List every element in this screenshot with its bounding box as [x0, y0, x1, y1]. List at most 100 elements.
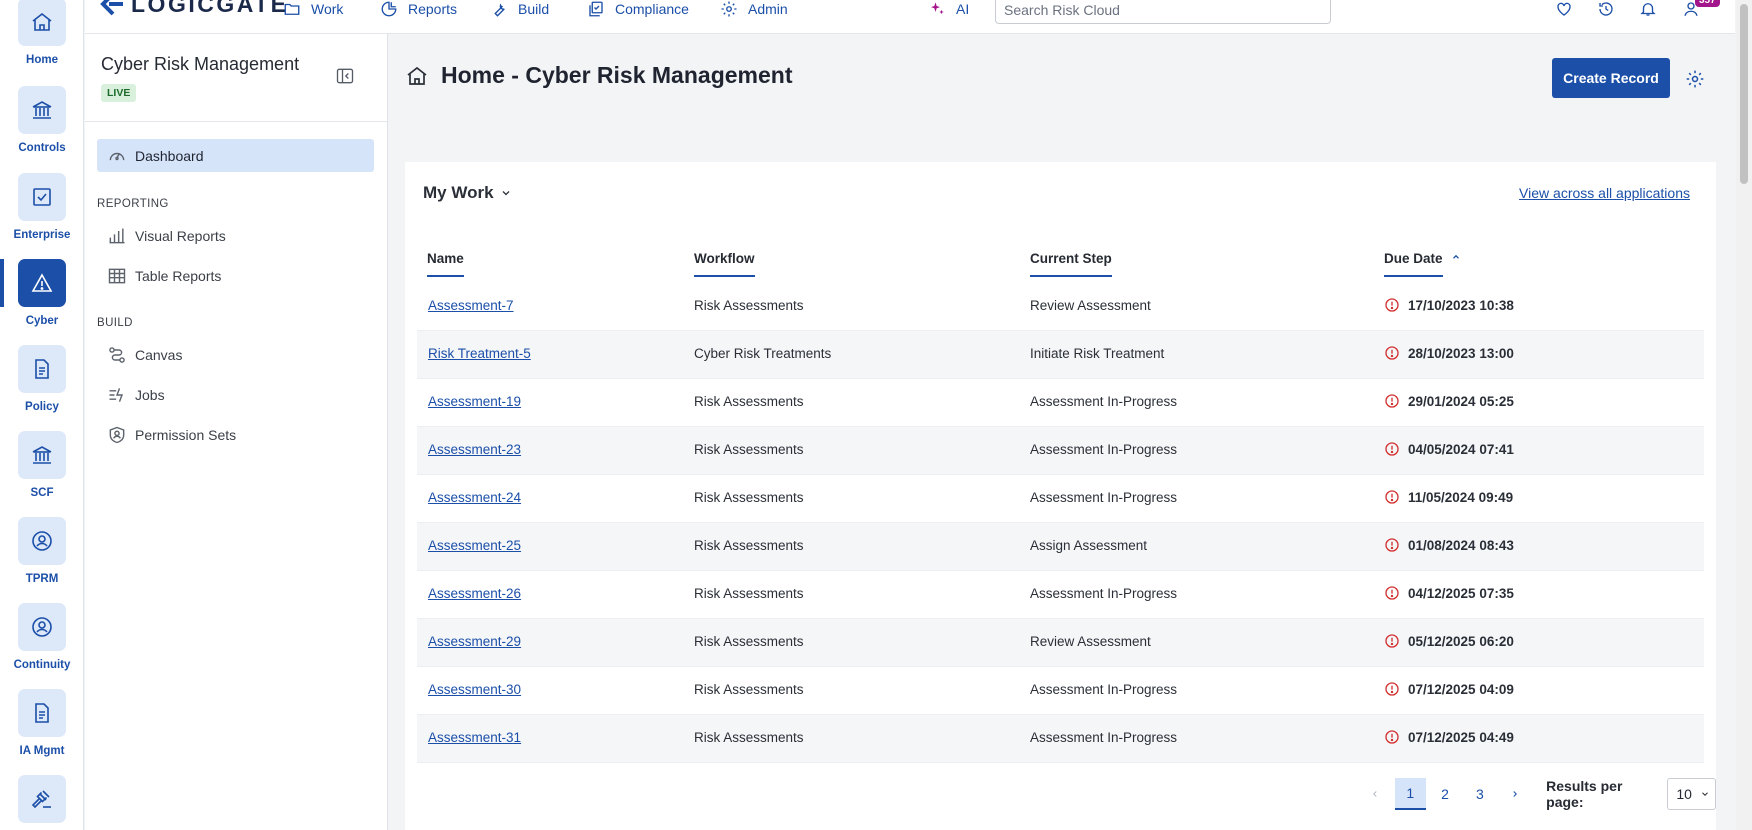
- history-icon[interactable]: [1597, 0, 1615, 18]
- prev-page-button[interactable]: [1360, 778, 1391, 810]
- gear-icon: [721, 1, 737, 17]
- my-work-dropdown[interactable]: My Work: [423, 183, 512, 203]
- record-link[interactable]: Assessment-30: [428, 682, 521, 697]
- workflow-cell: Risk Assessments: [694, 682, 804, 697]
- due-date-text: 17/10/2023 10:38: [1408, 297, 1514, 313]
- overdue-alert-icon: [1385, 490, 1399, 504]
- app-title: Cyber Risk Management: [101, 54, 300, 74]
- due-date-cell: 11/05/2024 09:49: [1384, 489, 1513, 505]
- rail-enterprise[interactable]: Enterprise: [0, 173, 84, 241]
- settings-gear-icon[interactable]: [1685, 69, 1705, 89]
- record-link[interactable]: Assessment-29: [428, 634, 521, 649]
- search-input[interactable]: [995, 0, 1331, 24]
- side-item-visual-reports[interactable]: Visual Reports: [97, 219, 374, 252]
- overdue-alert-icon: [1385, 730, 1399, 744]
- divider: [85, 121, 388, 122]
- collapse-sidebar-icon[interactable]: [335, 66, 355, 86]
- user-icon[interactable]: [1682, 0, 1700, 18]
- record-link[interactable]: Assessment-7: [428, 298, 514, 313]
- chevron-right-icon: [1513, 791, 1517, 797]
- nav-reports[interactable]: Reports: [380, 0, 457, 18]
- due-date-text: 29/01/2024 05:25: [1408, 393, 1514, 409]
- speedometer-icon: [109, 152, 125, 160]
- nav-work[interactable]: Work: [283, 0, 343, 18]
- record-link[interactable]: Risk Treatment-5: [428, 346, 531, 361]
- nav-label: Build: [518, 1, 550, 17]
- page-button-3[interactable]: 3: [1464, 778, 1495, 810]
- logicgate-logo[interactable]: LOGICGATE: [99, 0, 289, 18]
- results-per-page-label: Results per page:: [1546, 778, 1623, 810]
- current-step-cell: Assessment In-Progress: [1030, 682, 1178, 697]
- rail-home[interactable]: Home: [0, 0, 84, 66]
- rail-scf[interactable]: SCF: [0, 431, 84, 499]
- overdue-alert-icon: [1385, 634, 1399, 648]
- app-rail: Home Controls Enterprise Cyber Policy SC…: [0, 0, 84, 830]
- rail-policy[interactable]: Policy: [0, 345, 84, 413]
- sort-ascending-icon[interactable]: [1451, 252, 1461, 262]
- nav-compliance[interactable]: Compliance: [587, 0, 689, 18]
- record-link[interactable]: Assessment-23: [428, 442, 521, 457]
- workflow-cell: Risk Assessments: [694, 586, 804, 601]
- table-row: Assessment-31 Risk Assessments Assessment …: [417, 715, 1704, 763]
- record-link[interactable]: Assessment-19: [428, 394, 521, 409]
- checkbox-icon: [18, 173, 66, 221]
- shield-user-icon: [109, 426, 125, 443]
- column-header-due-date[interactable]: Due Date: [1384, 251, 1443, 277]
- side-item-permission-sets[interactable]: Permission Sets: [97, 418, 374, 451]
- rail-tprm[interactable]: TPRM: [0, 517, 84, 585]
- page-button-2[interactable]: 2: [1430, 778, 1461, 810]
- workflow-icon: [109, 346, 125, 363]
- section-heading-reporting: REPORTING: [97, 198, 169, 210]
- document-icon: [18, 689, 66, 737]
- due-date-text: 05/12/2025 06:20: [1408, 633, 1514, 649]
- column-header-name[interactable]: Name: [427, 251, 464, 277]
- record-link[interactable]: Assessment-24: [428, 490, 521, 505]
- due-date-cell: 07/12/2025 04:49: [1384, 729, 1514, 745]
- record-link[interactable]: Assessment-31: [428, 730, 521, 745]
- results-per-page-select[interactable]: 10: [1667, 778, 1717, 810]
- record-link[interactable]: Assessment-25: [428, 538, 521, 553]
- rail-ia-mgmt[interactable]: IA Mgmt: [0, 689, 84, 757]
- due-date-cell: 29/01/2024 05:25: [1384, 393, 1514, 409]
- rail-controls[interactable]: Controls: [0, 86, 84, 154]
- chevron-down-icon: [1702, 792, 1708, 796]
- current-step-cell: Review Assessment: [1030, 298, 1151, 313]
- side-item-jobs[interactable]: Jobs: [97, 378, 374, 411]
- folder-icon: [284, 3, 300, 15]
- due-date-cell: 04/12/2025 07:35: [1384, 585, 1514, 601]
- nav-label: AI: [956, 1, 970, 17]
- due-date-cell: 07/12/2025 04:09: [1384, 681, 1514, 697]
- next-page-button[interactable]: [1499, 778, 1530, 810]
- work-table: Assessment-7 Risk Assessments Review Asses…: [417, 283, 1704, 763]
- overdue-alert-icon: [1385, 346, 1399, 360]
- column-header-current-step[interactable]: Current Step: [1030, 251, 1112, 277]
- nav-label: Admin: [748, 1, 788, 17]
- view-all-applications-link[interactable]: View across all applications: [1519, 185, 1690, 201]
- page-header: Home - Cyber Risk Management: [405, 62, 792, 89]
- favorites-icon[interactable]: [1555, 0, 1573, 18]
- overdue-alert-icon: [1385, 394, 1399, 408]
- side-item-dashboard[interactable]: Dashboard: [97, 139, 374, 172]
- column-header-workflow[interactable]: Workflow: [694, 251, 755, 277]
- page-scrollbar[interactable]: [1736, 0, 1752, 830]
- user-circle-icon: [18, 603, 66, 651]
- nav-ai[interactable]: AI: [928, 0, 969, 18]
- rail-cyber[interactable]: Cyber: [0, 259, 84, 327]
- create-record-button[interactable]: Create Record: [1552, 58, 1670, 98]
- side-nav: Cyber Risk Management LIVE Dashboard REP…: [85, 34, 388, 830]
- side-item-table-reports[interactable]: Table Reports: [97, 259, 374, 292]
- chevron-left-icon: [1373, 791, 1378, 797]
- page-button-1[interactable]: 1: [1394, 778, 1426, 810]
- bell-icon[interactable]: [1639, 0, 1657, 18]
- current-step-cell: Assessment In-Progress: [1030, 730, 1178, 745]
- rail-gavel[interactable]: [0, 775, 84, 823]
- table-row: Risk Treatment-5 Cyber Risk Treatments Ini…: [417, 331, 1704, 379]
- side-item-canvas[interactable]: Canvas: [97, 338, 374, 371]
- rail-continuity[interactable]: Continuity: [0, 603, 84, 671]
- current-step-cell: Assessment In-Progress: [1030, 394, 1178, 409]
- nav-build[interactable]: Build: [490, 0, 549, 18]
- record-link[interactable]: Assessment-26: [428, 586, 521, 601]
- scroll-thumb[interactable]: [1740, 4, 1748, 184]
- side-item-label: Dashboard: [135, 147, 204, 164]
- nav-admin[interactable]: Admin: [720, 0, 788, 18]
